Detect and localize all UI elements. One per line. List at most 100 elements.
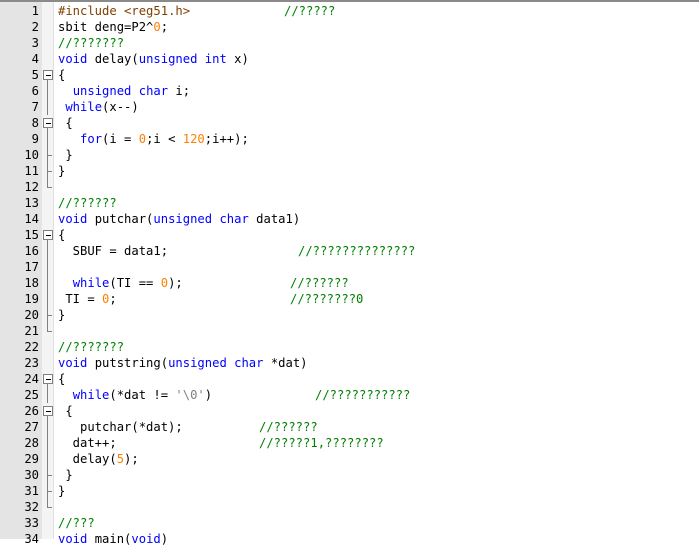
code-line[interactable]: 4 void delay(unsigned int x) bbox=[0, 51, 699, 67]
code-line[interactable]: 22 //??????? bbox=[0, 339, 699, 355]
code-line[interactable]: 1 #include <reg51.h> //????? bbox=[0, 3, 699, 19]
code-text[interactable]: } bbox=[58, 483, 65, 499]
code-editor[interactable]: 1 #include <reg51.h> //????? 2 sbit deng=P2^… bbox=[0, 3, 699, 547]
code-text[interactable]: } bbox=[58, 147, 72, 163]
code-line[interactable]: 32 bbox=[0, 499, 699, 515]
fold-margin-cell bbox=[42, 19, 54, 35]
code-text[interactable]: for(i = 0;i < 120;i++); bbox=[58, 131, 249, 147]
fold-toggle-icon[interactable] bbox=[42, 227, 54, 243]
code-text[interactable]: { bbox=[58, 115, 72, 131]
fold-end-marker bbox=[42, 307, 54, 323]
code-line[interactable]: 17 bbox=[0, 259, 699, 275]
code-line[interactable]: 34 void main(void) bbox=[0, 531, 699, 547]
code-text[interactable]: dat++; bbox=[58, 435, 117, 451]
fold-toggle-icon[interactable] bbox=[42, 371, 54, 387]
inline-comment[interactable]: //?????????????? bbox=[298, 243, 415, 259]
inline-comment[interactable]: //?????? bbox=[259, 419, 318, 435]
code-line[interactable]: 3 //??????? bbox=[0, 35, 699, 51]
inline-comment[interactable]: //?????? bbox=[290, 275, 349, 291]
code-text[interactable]: sbit deng=P2^0; bbox=[58, 19, 168, 35]
code-line[interactable]: 13 //?????? bbox=[0, 195, 699, 211]
code-line[interactable]: 30 } bbox=[0, 467, 699, 483]
code-text[interactable]: putchar(*dat); bbox=[58, 419, 183, 435]
code-line[interactable]: 5{ bbox=[0, 67, 699, 83]
code-text[interactable]: //??????? bbox=[58, 339, 124, 355]
fold-end-marker bbox=[42, 499, 54, 515]
line-number: 8 bbox=[31, 116, 39, 130]
code-line[interactable]: 16 SBUF = data1; //?????????????? bbox=[0, 243, 699, 259]
line-number: 30 bbox=[24, 468, 39, 482]
code-line[interactable]: 11} bbox=[0, 163, 699, 179]
fold-guide bbox=[42, 83, 54, 99]
line-number: 21 bbox=[24, 324, 39, 338]
code-text[interactable]: { bbox=[58, 67, 65, 83]
code-line[interactable]: 26 { bbox=[0, 403, 699, 419]
code-line[interactable]: 21 bbox=[0, 323, 699, 339]
line-number: 23 bbox=[24, 356, 39, 370]
code-text[interactable]: #include <reg51.h> bbox=[58, 3, 190, 19]
code-text[interactable]: { bbox=[58, 371, 65, 387]
line-number: 14 bbox=[24, 212, 39, 226]
line-number: 18 bbox=[24, 276, 39, 290]
line-number: 19 bbox=[24, 292, 39, 306]
code-text[interactable]: delay(5); bbox=[58, 451, 139, 467]
code-text[interactable]: while(*dat != '\0') bbox=[58, 387, 212, 403]
line-number: 31 bbox=[24, 484, 39, 498]
code-line[interactable]: 9 for(i = 0;i < 120;i++); bbox=[0, 131, 699, 147]
code-line[interactable]: 14 void putchar(unsigned char data1) bbox=[0, 211, 699, 227]
code-text[interactable]: //??? bbox=[58, 515, 95, 531]
code-text[interactable]: } bbox=[58, 163, 65, 179]
fold-margin-cell bbox=[42, 355, 54, 371]
code-line[interactable]: 8 { bbox=[0, 115, 699, 131]
fold-guide bbox=[42, 419, 54, 435]
code-line[interactable]: 28 dat++; //?????1,???????? bbox=[0, 435, 699, 451]
code-text[interactable]: while(x--) bbox=[58, 99, 138, 115]
code-line[interactable]: 2 sbit deng=P2^0; bbox=[0, 19, 699, 35]
fold-toggle-icon[interactable] bbox=[42, 115, 54, 131]
fold-margin-cell bbox=[42, 195, 54, 211]
code-text[interactable]: unsigned char i; bbox=[58, 83, 190, 99]
code-line[interactable]: 18 while(TI == 0); //?????? bbox=[0, 275, 699, 291]
line-number: 32 bbox=[24, 500, 39, 514]
code-text[interactable]: } bbox=[58, 307, 65, 323]
code-text[interactable]: SBUF = data1; bbox=[58, 243, 168, 259]
code-text[interactable]: } bbox=[58, 467, 72, 483]
fold-toggle-icon[interactable] bbox=[42, 67, 54, 83]
code-line[interactable]: 7 while(x--) bbox=[0, 99, 699, 115]
code-line[interactable]: 27 putchar(*dat); //?????? bbox=[0, 419, 699, 435]
code-text[interactable]: //?????? bbox=[58, 195, 117, 211]
fold-end-marker bbox=[42, 323, 54, 339]
code-text[interactable]: void putstring(unsigned char *dat) bbox=[58, 355, 308, 371]
code-line[interactable]: 25 while(*dat != '\0') //??????????? bbox=[0, 387, 699, 403]
line-number: 10 bbox=[24, 148, 39, 162]
line-number: 15 bbox=[24, 228, 39, 242]
fold-guide bbox=[42, 291, 54, 307]
code-line[interactable]: 29 delay(5); bbox=[0, 451, 699, 467]
code-line[interactable]: 24 { bbox=[0, 371, 699, 387]
code-text[interactable]: void main(void) bbox=[58, 531, 168, 547]
line-number: 26 bbox=[24, 404, 39, 418]
inline-comment[interactable]: //?????1,???????? bbox=[259, 435, 384, 451]
code-line[interactable]: 10 } bbox=[0, 147, 699, 163]
inline-comment[interactable]: //????? bbox=[284, 3, 335, 19]
line-number: 34 bbox=[24, 532, 39, 546]
code-text[interactable]: while(TI == 0); bbox=[58, 275, 183, 291]
code-line[interactable]: 23 void putstring(unsigned char *dat) bbox=[0, 355, 699, 371]
line-number: 29 bbox=[24, 452, 39, 466]
code-line[interactable]: 31} bbox=[0, 483, 699, 499]
code-line[interactable]: 6 unsigned char i; bbox=[0, 83, 699, 99]
code-line[interactable]: 20} bbox=[0, 307, 699, 323]
code-text[interactable]: //??????? bbox=[58, 35, 124, 51]
inline-comment[interactable]: //??????????? bbox=[315, 387, 410, 403]
fold-toggle-icon[interactable] bbox=[42, 403, 54, 419]
code-text[interactable]: { bbox=[58, 227, 65, 243]
code-line[interactable]: 33 //??? bbox=[0, 515, 699, 531]
code-text[interactable]: TI = 0; bbox=[58, 291, 116, 307]
code-text[interactable]: { bbox=[58, 403, 72, 419]
code-line[interactable]: 15 { bbox=[0, 227, 699, 243]
code-text[interactable]: void putchar(unsigned char data1) bbox=[58, 211, 300, 227]
code-line[interactable]: 19 TI = 0; //???????0 bbox=[0, 291, 699, 307]
code-text[interactable]: void delay(unsigned int x) bbox=[58, 51, 249, 67]
inline-comment[interactable]: //???????0 bbox=[290, 291, 363, 307]
code-line[interactable]: 12 bbox=[0, 179, 699, 195]
